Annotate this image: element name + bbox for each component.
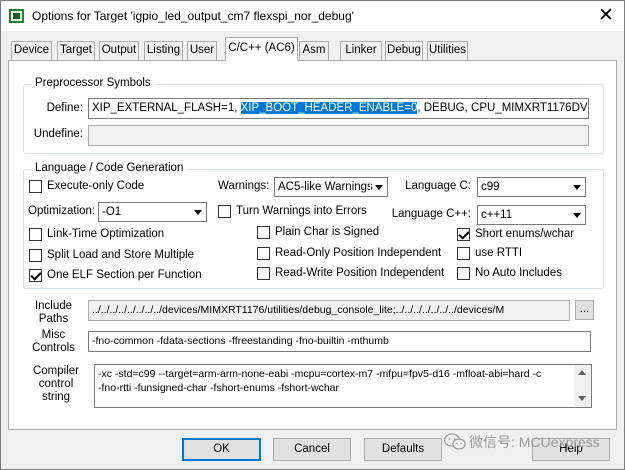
misc-controls-label: Misc Controls bbox=[31, 329, 76, 355]
language-c-value: c99 bbox=[481, 181, 500, 193]
tab-linker[interactable]: Linker bbox=[340, 41, 382, 60]
preprocessor-legend: Preprocessor Symbols bbox=[32, 77, 154, 89]
keil-app-icon bbox=[9, 9, 24, 23]
close-button[interactable]: ✕ bbox=[591, 3, 621, 29]
chevron-down-icon bbox=[370, 178, 387, 196]
title-bar: Options for Target 'igpio_led_output_cm7… bbox=[1, 1, 624, 31]
rwpi-label: Read-Write Position Independent bbox=[275, 267, 445, 279]
execute-only-checkbox[interactable]: Execute-only Code bbox=[29, 179, 144, 195]
plain-char-checkbox[interactable]: Plain Char is Signed bbox=[257, 225, 379, 241]
options-dialog: Options for Target 'igpio_led_output_cm7… bbox=[0, 0, 625, 470]
rwpi-box bbox=[257, 267, 270, 280]
undefine-label: Undefine: bbox=[33, 128, 83, 140]
compiler-control-line2: -fno-rtti -funsigned-char -fshort-enums … bbox=[98, 382, 339, 394]
language-c-select[interactable]: c99 bbox=[477, 177, 586, 197]
link-time-box bbox=[29, 228, 42, 241]
language-cpp-select[interactable]: c++11 bbox=[477, 205, 586, 225]
tab-cpp-ac6[interactable]: C/C++ (AC6) bbox=[225, 37, 298, 61]
cancel-button[interactable]: Cancel bbox=[273, 438, 351, 461]
optimization-label: Optimization: bbox=[28, 205, 96, 217]
no-auto-includes-label: No Auto Includes bbox=[475, 267, 562, 279]
ropi-label: Read-Only Position Independent bbox=[275, 247, 442, 259]
short-enums-box bbox=[457, 228, 470, 241]
chevron-down-icon bbox=[568, 206, 585, 224]
chevron-down-icon bbox=[568, 178, 585, 196]
short-enums-label: Short enums/wchar bbox=[475, 228, 575, 240]
compiler-control-label: Compiler control string bbox=[31, 365, 81, 404]
window-title: Options for Target 'igpio_led_output_cm7… bbox=[32, 9, 354, 23]
tab-output[interactable]: Output bbox=[99, 41, 139, 60]
tab-strip: Device Target Output Listing User C/C++ … bbox=[1, 37, 624, 61]
turn-warnings-errors-box bbox=[218, 205, 231, 218]
include-paths-label-line1: Include bbox=[34, 300, 73, 312]
defaults-button[interactable]: Defaults bbox=[364, 438, 442, 461]
use-rtti-checkbox[interactable]: use RTTI bbox=[457, 246, 522, 262]
language-legend: Language / Code Generation bbox=[32, 162, 187, 174]
scroll-down-arrow-icon[interactable] bbox=[574, 390, 591, 407]
warnings-label: Warnings: bbox=[218, 180, 270, 192]
wechat-icon bbox=[444, 433, 466, 450]
define-label: Define: bbox=[46, 102, 83, 114]
one-elf-box bbox=[29, 269, 42, 282]
include-paths-label: Include Paths bbox=[31, 300, 76, 326]
compiler-control-label-line3: string bbox=[41, 391, 71, 403]
misc-controls-input[interactable]: -fno-common -fdata-sections -ffreestandi… bbox=[88, 331, 591, 352]
ropi-checkbox[interactable]: Read-Only Position Independent bbox=[257, 246, 441, 262]
split-load-box bbox=[29, 249, 42, 262]
include-paths-input[interactable]: ../../../../../../../../devices/MIMXRT11… bbox=[88, 300, 570, 321]
rwpi-checkbox[interactable]: Read-Write Position Independent bbox=[257, 266, 444, 282]
compiler-control-label-line2: control bbox=[38, 378, 74, 390]
include-paths-label-line2: Paths bbox=[38, 313, 69, 325]
link-time-label: Link-Time Optimization bbox=[47, 228, 165, 240]
tab-debug[interactable]: Debug bbox=[385, 41, 423, 60]
execute-only-box bbox=[29, 180, 42, 193]
one-elf-checkbox[interactable]: One ELF Section per Function bbox=[29, 268, 202, 284]
language-c-label: Language C: bbox=[405, 180, 471, 192]
scroll-up-arrow-icon[interactable] bbox=[574, 365, 591, 382]
ok-button[interactable]: OK bbox=[182, 438, 261, 461]
optimization-value: -O1 bbox=[102, 206, 122, 218]
watermark-text: 微信号: MCUexpress bbox=[469, 434, 600, 450]
turn-warnings-errors-label: Turn Warnings into Errors bbox=[236, 205, 367, 217]
compiler-control-line1: -xc -std=c99 --target=arm-arm-none-eabi … bbox=[98, 368, 542, 380]
compiler-control-label-line1: Compiler bbox=[32, 365, 79, 377]
compiler-control-textarea[interactable]: -xc -std=c99 --target=arm-arm-none-eabi … bbox=[94, 364, 592, 408]
tab-asm[interactable]: Asm bbox=[299, 41, 329, 60]
define-input[interactable]: XIP_EXTERNAL_FLASH=1, XIP_BOOT_HEADER_EN… bbox=[88, 98, 589, 119]
cpp-tab-panel: Preprocessor Symbols Define: XIP_EXTERNA… bbox=[8, 60, 617, 430]
one-elf-label: One ELF Section per Function bbox=[47, 269, 202, 281]
misc-controls-label-line1: Misc bbox=[41, 329, 66, 341]
plain-char-box bbox=[257, 226, 270, 239]
tab-target[interactable]: Target bbox=[57, 41, 95, 60]
undefine-input[interactable] bbox=[88, 125, 589, 146]
tab-utilities[interactable]: Utilities bbox=[427, 41, 468, 60]
short-enums-checkbox[interactable]: Short enums/wchar bbox=[457, 227, 574, 243]
warnings-value: AC5-like Warnings bbox=[278, 181, 373, 193]
include-paths-browse-button[interactable]: ... bbox=[575, 300, 594, 320]
tab-listing[interactable]: Listing bbox=[144, 41, 183, 60]
tab-user[interactable]: User bbox=[187, 41, 217, 60]
ropi-box bbox=[257, 247, 270, 260]
use-rtti-label: use RTTI bbox=[475, 247, 523, 259]
optimization-select[interactable]: -O1 bbox=[98, 202, 207, 222]
tab-device[interactable]: Device bbox=[11, 41, 52, 60]
plain-char-label: Plain Char is Signed bbox=[275, 226, 380, 238]
chevron-down-icon bbox=[189, 203, 206, 221]
language-cpp-value: c++11 bbox=[481, 209, 513, 221]
define-text-before: XIP_EXTERNAL_FLASH=1, bbox=[92, 102, 241, 114]
link-time-checkbox[interactable]: Link-Time Optimization bbox=[29, 227, 164, 243]
misc-controls-label-line2: Controls bbox=[32, 342, 75, 354]
no-auto-includes-checkbox[interactable]: No Auto Includes bbox=[457, 266, 562, 282]
split-load-label: Split Load and Store Multiple bbox=[47, 249, 195, 261]
define-text-after: , DEBUG, CPU_MIMXRT1176DVMAA_c bbox=[417, 102, 588, 114]
no-auto-includes-box bbox=[457, 267, 470, 280]
language-cpp-label: Language C++: bbox=[391, 208, 471, 220]
define-text-selected: XIP_BOOT_HEADER_ENABLE=0 bbox=[240, 102, 418, 114]
warnings-select[interactable]: AC5-like Warnings bbox=[274, 177, 388, 197]
compiler-control-scrollbar[interactable] bbox=[574, 365, 591, 407]
use-rtti-box bbox=[457, 247, 470, 260]
split-load-checkbox[interactable]: Split Load and Store Multiple bbox=[29, 248, 194, 264]
turn-warnings-errors-checkbox[interactable]: Turn Warnings into Errors bbox=[218, 204, 367, 220]
execute-only-label: Execute-only Code bbox=[47, 180, 145, 192]
